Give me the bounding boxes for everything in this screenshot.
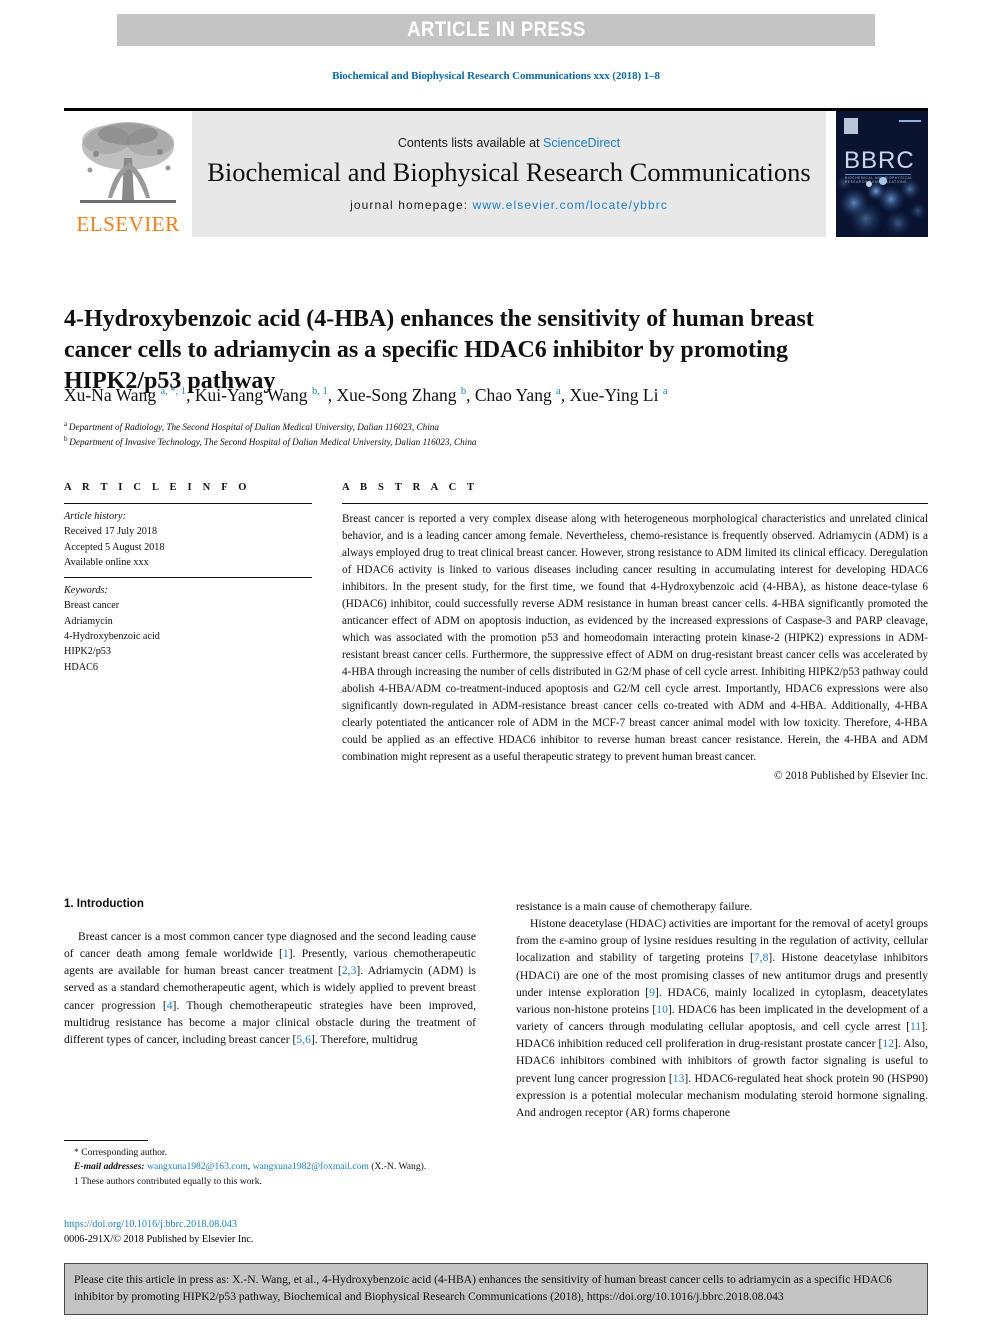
info-abstract-panel: A R T I C L E I N F O Article history: R… [64,482,928,782]
author-separator: , [560,385,570,405]
abstract-heading: A B S T R A C T [342,482,479,493]
author-name: Xue-Song Zhang [336,385,461,405]
body-column-right: resistance is a main cause of chemothera… [516,898,928,1218]
affiliation-text: Department of Invasive Technology, The S… [69,437,477,448]
journal-cover-image: BBRC BIOCHEMICAL AND BIOPHYSICAL RESEARC… [836,111,928,237]
article-in-press-label: ARTICLE IN PRESS [406,18,586,41]
author-separator: , [186,385,195,405]
history-item: Available online xxx [64,556,149,568]
keyword-item: HDAC6 [64,661,98,673]
email-owner: (X.-N. Wang). [371,1160,427,1172]
affiliation-item: b Department of Invasive Technology, The… [64,434,934,449]
abstract-text: Breast cancer is reported a very complex… [342,513,928,764]
author-name: Kui-Yang Wang [194,385,312,405]
author-name: Xue-Ying Li [569,385,663,405]
intro-paragraph-left: Breast cancer is a most common cancer ty… [64,930,476,1046]
history-item: Accepted 5 August 2018 [64,541,165,553]
doi-block: https://doi.org/10.1016/j.bbrc.2018.08.0… [64,1218,476,1248]
article-info-heading: A R T I C L E I N F O [64,482,251,493]
keyword-item: 4-Hydroxybenzoic acid [64,631,160,643]
affiliation-text: Department of Radiology, The Second Hosp… [68,422,439,433]
keywords-block: Keywords: Breast cancer Adriamycin 4-Hyd… [64,578,312,682]
article-page: ARTICLE IN PRESS Biochemical and Biophys… [0,0,992,1323]
contents-prefix: Contents lists available at [397,136,544,151]
issn-copyright-line: 0006-291X/© 2018 Published by Elsevier I… [64,1233,254,1245]
article-in-press-banner: ARTICLE IN PRESS [117,14,875,46]
cover-title: BBRC [844,147,915,174]
corresponding-author-text: * Corresponding author. [74,1147,167,1158]
citation-reference[interactable]: 2,3 [342,964,357,977]
citation-reference[interactable]: 12 [882,1037,894,1050]
please-cite-box: Please cite this article in press as: X.… [64,1263,928,1315]
citation-reference[interactable]: 9 [649,986,655,999]
cover-emblem-icon [844,118,858,134]
citation-reference[interactable]: 11 [910,1020,921,1033]
email-link-1[interactable]: wangxuna1982@163.com [147,1161,248,1172]
keyword-item: Adriamycin [64,615,113,627]
keyword-item: Breast cancer [64,600,120,612]
keywords-label: Keywords: [64,585,108,597]
citation-reference[interactable]: 1 [283,947,289,960]
homepage-label: journal homepage: [350,197,473,212]
footnote-separator-rule [64,1140,148,1141]
abstract-copyright: © 2018 Published by Elsevier Inc. [774,770,928,783]
cover-tick-mark [899,120,921,122]
footnote-equal-contribution: 1 These authors contributed equally to t… [64,1175,476,1189]
section-heading-introduction: 1. Introduction [64,898,144,910]
author-separator: , [466,385,475,405]
elsevier-logo: ELSEVIER [64,111,192,237]
running-head: Biochemical and Biophysical Research Com… [332,70,660,82]
footnote-emails: E-mail addresses: wangxuna1982@163.com, … [64,1160,476,1174]
journal-title: Biochemical and Biophysical Research Com… [207,157,811,188]
intro-paragraph-right: Histone deacetylase (HDAC) activities ar… [516,917,929,1119]
journal-band: Contents lists available at ScienceDirec… [192,111,826,237]
author-list: Xu-Na Wang a, *, 1, Kui-Yang Wang b, 1, … [64,385,934,406]
email-addresses-label: E-mail addresses: [74,1160,145,1172]
author-name: Xu-Na Wang [64,385,161,405]
doi-link[interactable]: https://doi.org/10.1016/j.bbrc.2018.08.0… [64,1218,476,1233]
citation-reference[interactable]: 10 [656,1003,668,1016]
equal-contribution-text: 1 These authors contributed equally to t… [74,1176,262,1188]
footnote-corresponding-author: * Corresponding author. [64,1146,476,1160]
affiliation-list: a Department of Radiology, The Second Ho… [64,419,934,450]
article-history-block: Article history: Received 17 July 2018 A… [64,504,312,577]
intro-paragraph-right-continued: resistance is a main cause of chemothera… [516,900,753,913]
elsevier-tree-icon [72,118,184,214]
contents-lists-line: Contents lists available at ScienceDirec… [398,136,620,150]
article-info-column: A R T I C L E I N F O Article history: R… [64,482,312,782]
sciencedirect-link[interactable]: ScienceDirect [543,136,620,150]
citation-reference[interactable]: 13 [673,1072,685,1085]
footnotes-block: * Corresponding author. E-mail addresses… [64,1140,476,1189]
author-affiliation-marker: a, *, 1 [160,386,187,398]
keyword-item: HIPK2/p53 [64,646,111,658]
citation-reference[interactable]: 4 [167,999,173,1012]
journal-homepage-line: journal homepage: www.elsevier.com/locat… [350,198,668,212]
page-title: 4-Hydroxybenzoic acid (4-HBA) enhances t… [64,306,814,394]
email-link-2[interactable]: wangxuna1982@foxmail.com [253,1161,369,1172]
affiliation-item: a Department of Radiology, The Second Ho… [64,419,934,434]
citation-reference[interactable]: 5,6 [296,1033,311,1046]
cover-rule [845,174,911,175]
homepage-url-link[interactable]: www.elsevier.com/locate/ybbrc [473,198,668,212]
author-affiliation-marker: b, 1 [311,386,328,398]
citation-reference[interactable]: 7,8 [754,951,769,964]
author-name: Chao Yang [474,385,557,405]
author-affiliation-marker: a [662,386,668,398]
abstract-column: A B S T R A C T Breast cancer is reporte… [342,482,928,782]
article-history-label: Article history: [64,511,126,522]
journal-masthead: ELSEVIER Contents lists available at Sci… [64,108,928,237]
elsevier-wordmark: ELSEVIER [76,212,180,236]
history-item: Received 17 July 2018 [64,526,158,538]
cover-subtitle: BIOCHEMICAL AND BIOPHYSICAL RESEARCH COM… [845,176,913,184]
